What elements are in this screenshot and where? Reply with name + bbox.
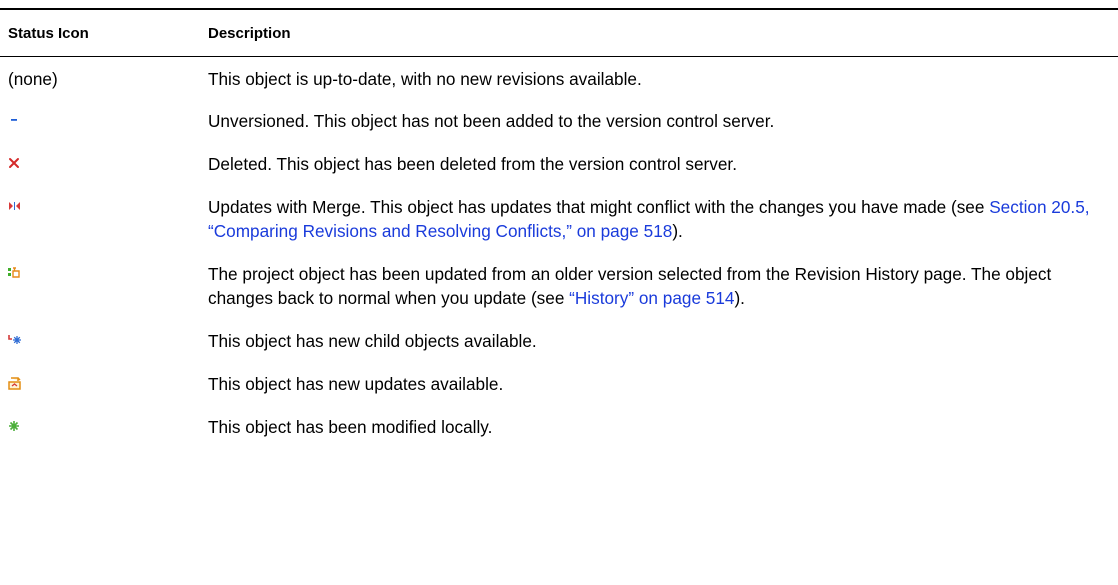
- merge-arrows-icon: [8, 195, 22, 219]
- table-row: Unversioned. This object has not been ad…: [0, 109, 1118, 133]
- status-cell: [0, 329, 208, 353]
- description-cell: Unversioned. This object has not been ad…: [208, 111, 775, 131]
- status-cell: [0, 195, 208, 219]
- header-description: Description: [208, 24, 291, 42]
- table-row: (none) This object is up-to-date, with n…: [0, 67, 1118, 91]
- status-icon-table: Status Icon Description (none) This obje…: [0, 8, 1118, 439]
- deleted-x-icon: [8, 152, 22, 176]
- table-row: Updates with Merge. This object has upda…: [0, 195, 1118, 243]
- header-status-icon: Status Icon: [8, 24, 89, 42]
- history-link[interactable]: “History” on page 514: [569, 288, 734, 308]
- description-cell: The project object has been updated from…: [208, 262, 1118, 310]
- reverted-history-icon: [8, 262, 22, 286]
- table-header-row: Status Icon Description: [0, 10, 1118, 57]
- merge-description-end: ).: [672, 221, 683, 241]
- new-updates-icon: [8, 372, 22, 396]
- description-cell: This object has new updates available.: [208, 374, 504, 394]
- status-cell: [0, 415, 208, 439]
- status-cell: [0, 109, 208, 133]
- none-status-text: (none): [8, 69, 58, 89]
- description-cell: This object has new child objects availa…: [208, 331, 537, 351]
- description-cell: This object is up-to-date, with no new r…: [208, 69, 642, 89]
- status-cell: [0, 152, 208, 176]
- merge-description-text: Updates with Merge. This object has upda…: [208, 197, 990, 217]
- table-row: This object has new child objects availa…: [0, 329, 1118, 353]
- status-cell: [0, 372, 208, 396]
- reverted-description-end: ).: [734, 288, 745, 308]
- table-row: This object has new updates available.: [0, 372, 1118, 396]
- status-cell: [0, 262, 208, 286]
- new-children-icon: [8, 329, 22, 353]
- description-cell: This object has been modified locally.: [208, 417, 493, 437]
- status-cell: (none): [0, 67, 208, 91]
- table-row: The project object has been updated from…: [0, 262, 1118, 310]
- description-cell: Updates with Merge. This object has upda…: [208, 195, 1118, 243]
- table-row: This object has been modified locally.: [0, 415, 1118, 439]
- description-cell: Deleted. This object has been deleted fr…: [208, 154, 737, 174]
- table-row: Deleted. This object has been deleted fr…: [0, 152, 1118, 176]
- modified-locally-icon: [8, 415, 22, 439]
- unversioned-dash-icon: [8, 109, 22, 133]
